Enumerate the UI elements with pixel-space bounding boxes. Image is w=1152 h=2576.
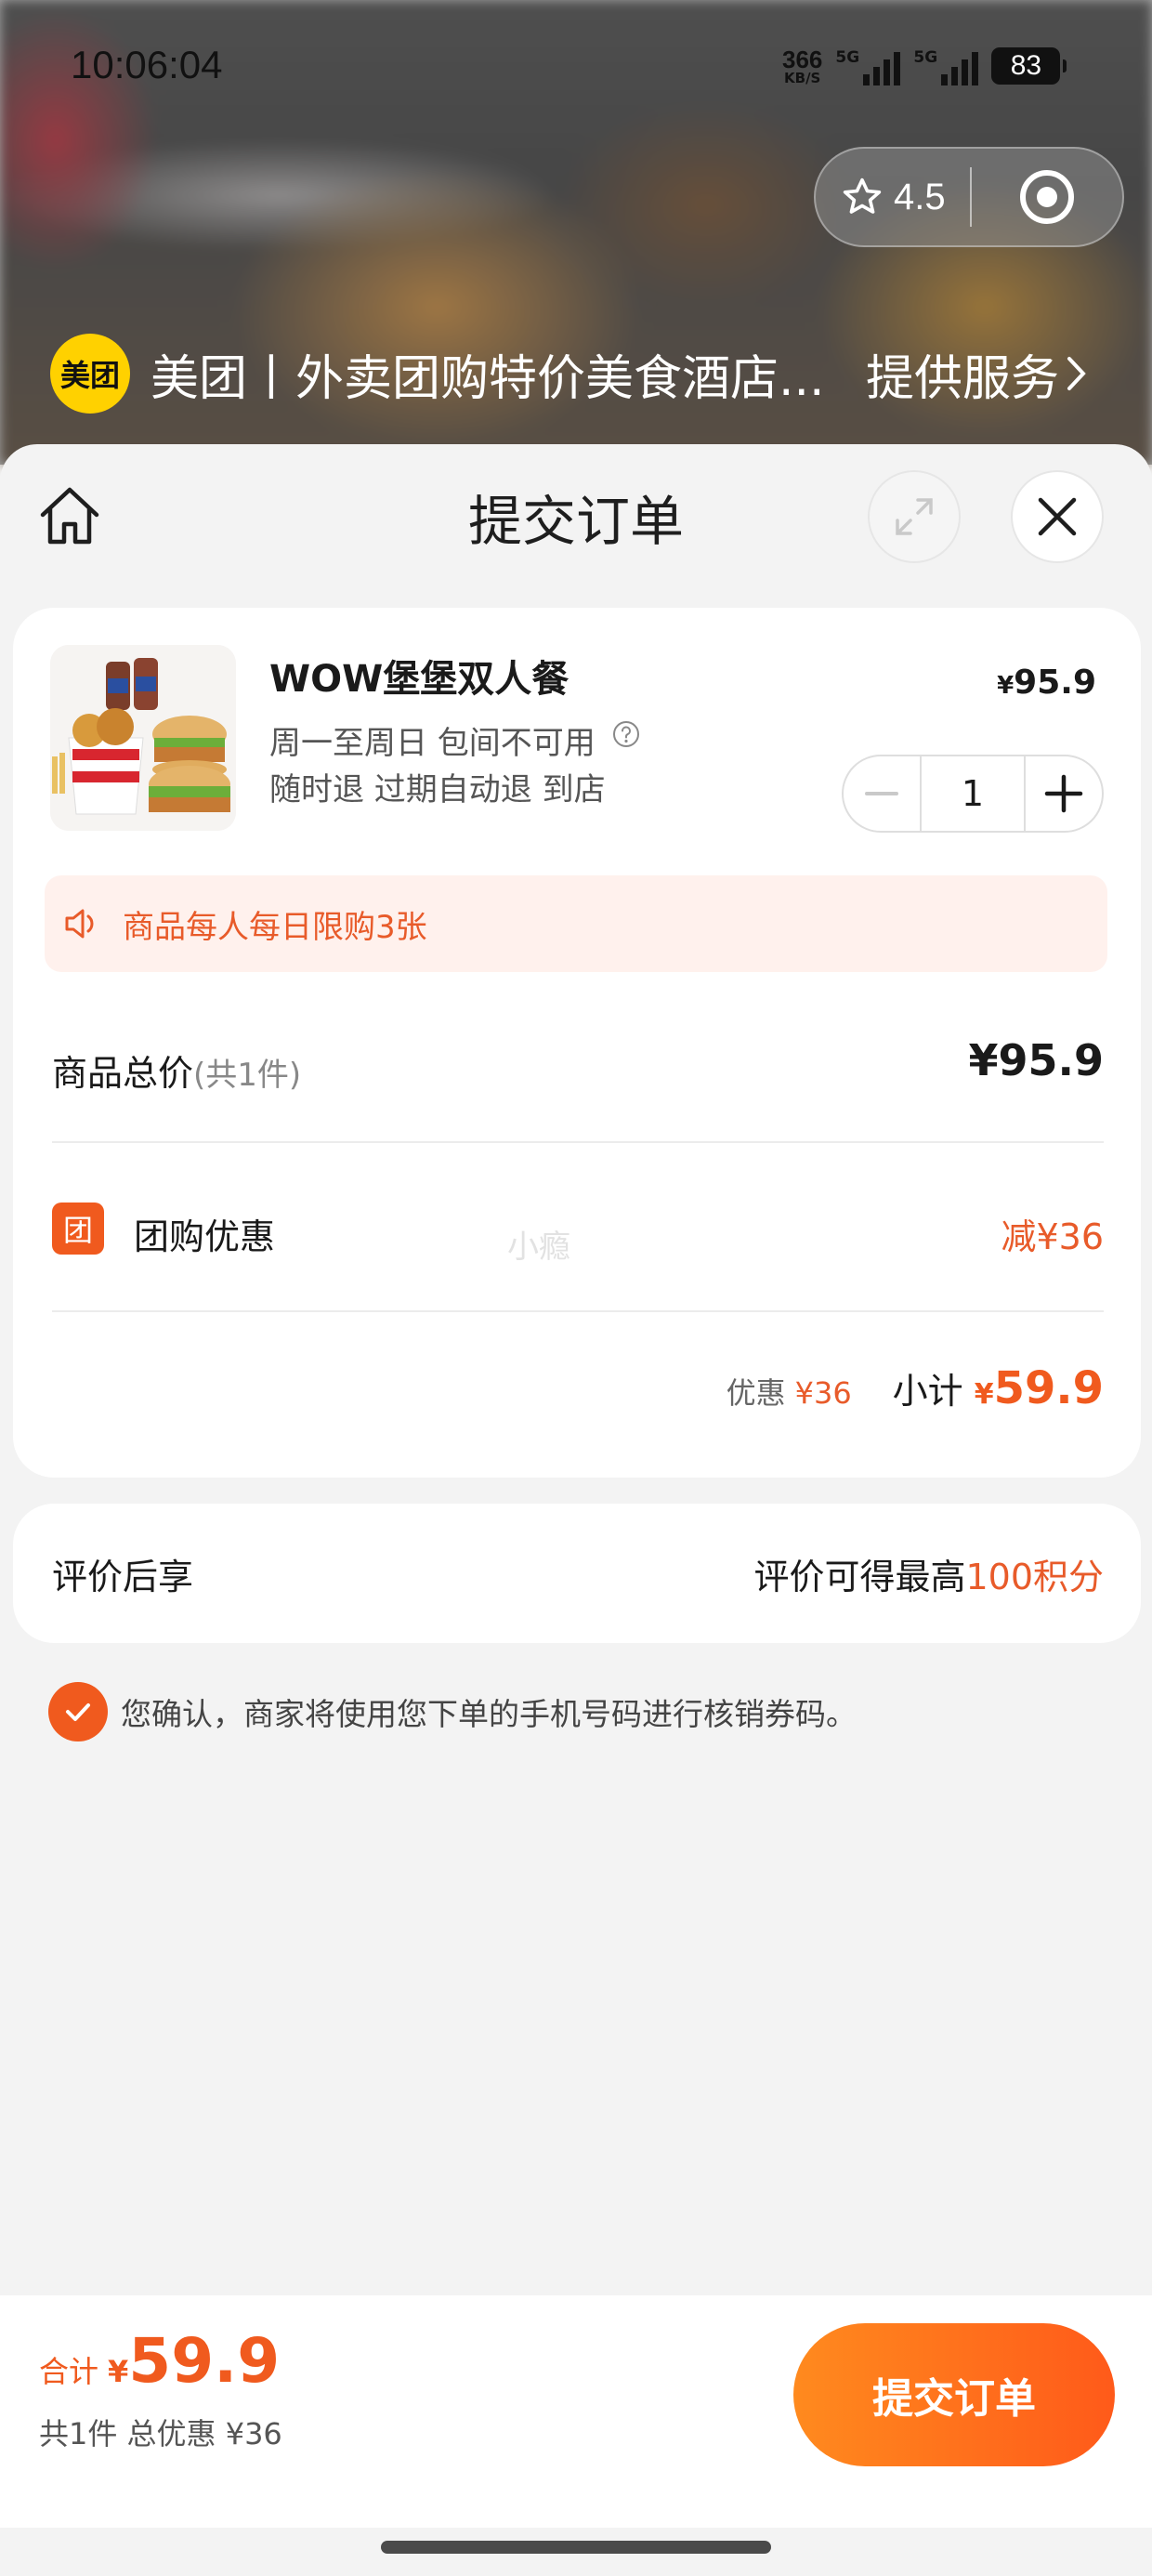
service-provider-row[interactable]: 美团 美团丨外卖团购特价美食酒店... 提供服务 xyxy=(50,333,1100,414)
subtotal-value: 59.9 xyxy=(993,1362,1104,1414)
review-reward: 评价可得最高100积分 xyxy=(753,1548,1104,1599)
expand-button[interactable] xyxy=(868,470,961,563)
product-usage-text: 周一至周日 包间不可用 xyxy=(269,725,596,762)
close-button[interactable] xyxy=(1011,470,1104,563)
group-discount-label: 团购优惠 xyxy=(134,1216,276,1257)
discount-label: 优惠 xyxy=(726,1375,786,1411)
review-reward-card[interactable]: 评价后享 评价可得最高100积分 xyxy=(13,1504,1141,1643)
review-points: 100积分 xyxy=(965,1557,1104,1597)
footer-summary: 共1件 总优惠 ¥36 xyxy=(39,2416,282,2451)
miniprogram-capsule: 4.5 xyxy=(814,147,1124,247)
status-icons: 366 KB/S 5G 5G 83 xyxy=(782,41,1067,91)
help-icon[interactable] xyxy=(611,719,641,749)
speaker-icon xyxy=(65,909,94,939)
product-image xyxy=(50,645,236,831)
notice-text: 商品每人每日限购3张 xyxy=(123,908,427,946)
purchase-limit-notice: 商品每人每日限购3张 xyxy=(45,875,1107,972)
rating-value: 4.5 xyxy=(894,176,946,217)
total-label: 合计 xyxy=(39,2354,99,2389)
consent-checkbox[interactable] xyxy=(48,1682,108,1741)
chevron-right-icon xyxy=(1067,357,1086,390)
divider xyxy=(52,1141,1104,1143)
goods-total-label: 商品总价(共1件) xyxy=(52,1045,301,1096)
net-speed-value: 366 xyxy=(782,45,823,73)
review-reward-text: 评价可得最高 xyxy=(753,1557,966,1597)
consent-text: 您确认，商家将使用您下单的手机号码进行核销券码。 xyxy=(121,1696,857,1732)
discount-value: ¥36 xyxy=(794,1375,852,1411)
meituan-logo: 美团 xyxy=(50,334,130,414)
signal-icon: 5G xyxy=(835,45,901,87)
check-icon xyxy=(66,1703,90,1721)
quantity-stepper: 1 xyxy=(842,755,1104,833)
product-price: ¥95.9 xyxy=(997,664,1096,702)
increase-button[interactable] xyxy=(1026,756,1102,831)
subtotal-row: 优惠 ¥36 小计 ¥ 59.9 xyxy=(727,1362,1104,1414)
net-speed-unit: KB/S xyxy=(784,69,821,86)
divider xyxy=(52,1310,1104,1312)
meal-illustration xyxy=(50,645,236,831)
minus-icon xyxy=(865,792,898,795)
net-speed: 366 KB/S xyxy=(782,47,822,85)
home-icon[interactable] xyxy=(35,481,104,550)
product-refund-info: 随时退 过期自动退 到店 xyxy=(269,771,606,808)
review-label: 评价后享 xyxy=(52,1557,194,1597)
expand-icon xyxy=(896,498,933,535)
footer-total: 合计 ¥ 59.9 xyxy=(39,2325,280,2397)
target-icon xyxy=(1020,170,1074,224)
page-title: 提交订单 xyxy=(467,490,684,553)
quantity-value[interactable]: 1 xyxy=(920,756,1026,831)
order-card: WOW堡堡双人餐 周一至周日 包间不可用 随时退 过期自动退 到店 ¥95.9 … xyxy=(13,608,1141,1478)
signal-label: 5G xyxy=(835,48,860,67)
goods-total-text: 商品总价 xyxy=(52,1053,194,1094)
close-icon xyxy=(1038,497,1077,536)
status-time: 10:06:04 xyxy=(71,43,223,86)
consent-row: 您确认，商家将使用您下单的手机号码进行核销券码。 xyxy=(48,1682,857,1741)
decrease-button[interactable] xyxy=(844,756,920,831)
group-discount-value: 减¥36 xyxy=(1001,1216,1104,1257)
subtotal-symbol: ¥ xyxy=(974,1378,994,1411)
product-usage-info: 周一至周日 包间不可用 xyxy=(269,717,641,763)
product-title: WOW堡堡双人餐 xyxy=(269,658,569,701)
provider-service-label: 提供服务 xyxy=(866,350,1060,407)
star-icon xyxy=(843,177,882,214)
subtotal-label: 小计 xyxy=(892,1371,963,1412)
total-value: 59.9 xyxy=(128,2325,281,2397)
group-buy-icon: 团 xyxy=(52,1203,104,1255)
signal-label: 5G xyxy=(913,48,938,67)
provider-name: 美团丨外卖团购特价美食酒店... xyxy=(151,350,825,407)
signal-icon: 5G xyxy=(913,45,979,87)
plus-icon xyxy=(1044,774,1083,813)
rating-button[interactable]: 4.5 xyxy=(816,175,970,219)
goods-count: (共1件) xyxy=(193,1057,302,1094)
submit-order-button[interactable]: 提交订单 xyxy=(793,2323,1115,2466)
battery-icon: 83 xyxy=(991,47,1067,85)
watermark-text: 小瘾 xyxy=(507,1229,570,1266)
price-symbol: ¥ xyxy=(997,672,1015,700)
home-indicator[interactable] xyxy=(381,2541,771,2554)
price-value: 95.9 xyxy=(1014,664,1096,702)
goods-total-value: ¥95.9 xyxy=(968,1035,1104,1085)
close-miniprogram-button[interactable] xyxy=(972,167,1122,227)
total-symbol: ¥ xyxy=(108,2354,129,2389)
